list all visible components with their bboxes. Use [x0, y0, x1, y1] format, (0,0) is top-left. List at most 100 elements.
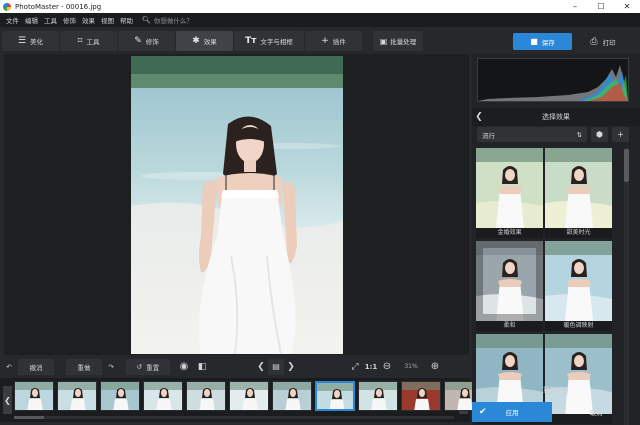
filmstrip-thumbnail[interactable]	[57, 381, 97, 411]
print-button[interactable]: ⎙ 打印	[578, 33, 628, 50]
reset-label: 重置	[146, 363, 160, 372]
tab-tools[interactable]: ⌗ 工具	[60, 31, 117, 51]
apply-button[interactable]: ✔ 应用	[472, 402, 552, 422]
close-button[interactable]: ✕	[614, 0, 640, 13]
next-image-button[interactable]: ❯	[284, 362, 298, 372]
filmstrip-thumbnail[interactable]	[272, 381, 312, 411]
filmstrip-prev-button[interactable]: ❮	[3, 386, 12, 414]
effect-category-select[interactable]: 流行 ⇅	[477, 127, 587, 142]
redo-icon[interactable]: ↷	[102, 363, 120, 371]
effect-label: 金婚效果	[476, 228, 543, 238]
menu-retouch[interactable]: 修饰	[60, 15, 79, 25]
search-icon: 🔍︎	[142, 16, 151, 24]
menu-effects[interactable]: 效果	[79, 15, 98, 25]
filmstrip-thumbnail[interactable]	[143, 381, 183, 411]
filmstrip-thumbnail[interactable]	[229, 381, 269, 411]
eye-icon[interactable]: ◉	[174, 361, 194, 372]
reset-button[interactable]: ↺ 重置	[126, 358, 170, 375]
add-effect-button[interactable]: +	[612, 127, 629, 142]
tab-effects[interactable]: ✱ 效果	[176, 31, 233, 51]
histogram	[477, 58, 629, 102]
effect-preview	[545, 148, 612, 228]
zoom-value: 31%	[404, 363, 418, 370]
filmstrip-thumbnail[interactable]	[100, 381, 140, 411]
effects-scrollbar-thumb[interactable]	[624, 149, 629, 182]
reset-icon: ↺	[136, 362, 143, 371]
filmstrip-thumbnail[interactable]	[315, 381, 355, 411]
batch-label: 批量处理	[390, 38, 417, 46]
cancel-button[interactable]: ✕ 取消	[554, 402, 638, 422]
tab-enhance-label: 美化	[30, 38, 44, 46]
filmstrip-scrollbar[interactable]	[14, 416, 454, 419]
menu-file[interactable]: 文件	[3, 15, 22, 25]
effect-card[interactable]: 甜美时光	[545, 148, 612, 238]
menu-bar: 文件 编辑 工具 修饰 效果 视图 帮助 🔍︎ 你想做什么？	[0, 13, 640, 27]
zoom-1to1-button[interactable]: 1:1	[362, 363, 380, 371]
print-label: 打印	[602, 38, 616, 47]
prev-image-button[interactable]: ❮	[254, 362, 268, 372]
tab-text-frames-label: 文字与相框	[260, 38, 293, 46]
batch-icon: ▣	[379, 36, 388, 46]
text-icon: Tт	[245, 36, 257, 46]
effect-card[interactable]: 柔和	[476, 241, 543, 331]
menu-search[interactable]: 🔍︎ 你想做什么？	[142, 15, 193, 25]
minimize-button[interactable]: –	[562, 0, 588, 13]
tab-retouch[interactable]: ✎ 修饰	[118, 31, 175, 51]
save-icon: ■	[530, 37, 538, 46]
menu-help[interactable]: 帮助	[117, 15, 136, 25]
back-arrow-icon[interactable]: ❮	[472, 112, 486, 122]
menu-view[interactable]: 视图	[98, 15, 117, 25]
brush-icon: ✎	[134, 36, 142, 46]
main-photo[interactable]	[131, 56, 343, 354]
crop-icon: ⌗	[77, 36, 83, 46]
reset-all-link[interactable]: 重置所有	[472, 384, 640, 394]
zoom-slider[interactable]: 31%	[394, 363, 428, 370]
effects-panel: ❮ 选择效果 流行 ⇅ ⬢ + 金婚效果 甜美时光柔和 暖色调映射 重置所有 ✔ 应…	[472, 54, 640, 425]
tab-retouch-label: 修饰	[145, 38, 159, 46]
bottom-toolbar: ↶ 撤消 重做 ↷ ↺ 重置 ◉ ◧ ❮ ▤ ❯ ⤢ 1:1 ⊖ 31% ⊕	[0, 357, 470, 376]
effect-label: 柔和	[476, 321, 543, 331]
fit-screen-icon[interactable]: ⤢	[348, 362, 362, 372]
effect-label: 甜美时光	[545, 228, 612, 238]
save-label: 保存	[541, 38, 555, 47]
check-icon: ✔	[479, 407, 487, 417]
sliders-icon: ☰	[17, 36, 27, 46]
batch-process-button[interactable]: ▣ 批量处理	[373, 31, 423, 51]
effects-title: 选择效果	[542, 113, 570, 121]
undo-icon[interactable]: ↶	[0, 363, 18, 371]
effect-card[interactable]: 金婚效果	[476, 148, 543, 238]
menu-edit[interactable]: 编辑	[22, 15, 41, 25]
compare-icon[interactable]: ◧	[194, 362, 210, 372]
tab-text-frames[interactable]: Tт 文字与相框	[234, 31, 304, 51]
filmstrip-thumbnail[interactable]	[186, 381, 226, 411]
category-value: 流行	[482, 131, 495, 140]
save-button[interactable]: ■ 保存	[513, 33, 572, 50]
folder-icon[interactable]: ▤	[268, 358, 284, 375]
tab-enhance[interactable]: ☰ 美化	[2, 31, 59, 51]
title-bar: PhotoMaster - 00016.jpg – ☐ ✕	[0, 0, 640, 13]
close-icon: ✕	[560, 407, 568, 417]
window-title: PhotoMaster - 00016.jpg	[15, 2, 102, 11]
updown-arrows-icon: ⇅	[576, 130, 582, 139]
effect-card[interactable]: 暖色调映射	[545, 241, 612, 331]
redo-button[interactable]: 重做	[66, 358, 102, 375]
maximize-button[interactable]: ☐	[588, 0, 614, 13]
zoom-out-icon[interactable]: ⊖	[380, 361, 394, 372]
window-controls: – ☐ ✕	[562, 0, 640, 13]
search-placeholder: 你想做什么？	[153, 17, 193, 25]
tab-effects-label: 效果	[203, 38, 217, 46]
cube-icon[interactable]: ⬢	[591, 127, 608, 142]
filmstrip-thumbnail[interactable]	[358, 381, 398, 411]
effects-icon: ✱	[192, 36, 200, 46]
undo-button[interactable]: 撤消	[18, 358, 54, 375]
zoom-in-icon[interactable]: ⊕	[428, 361, 442, 372]
tab-tools-label: 工具	[86, 38, 100, 46]
filmstrip-thumbnail[interactable]	[401, 381, 441, 411]
effects-header: ❮ 选择效果	[472, 108, 640, 126]
effect-preview	[476, 148, 543, 228]
effect-preview	[476, 241, 543, 321]
tab-plugins[interactable]: + 插件	[305, 31, 362, 51]
filmstrip-thumbnail[interactable]	[14, 381, 54, 411]
scrollbar-thumb[interactable]	[14, 416, 44, 419]
menu-tools[interactable]: 工具	[41, 15, 60, 25]
